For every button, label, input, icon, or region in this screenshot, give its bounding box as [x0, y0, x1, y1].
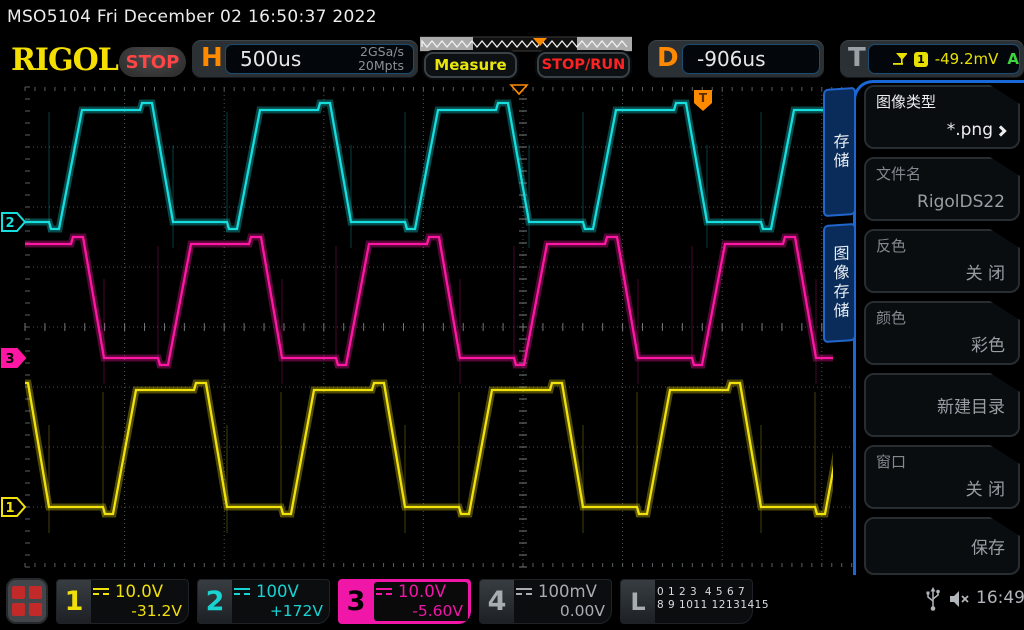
timebase-value[interactable]: 500us [226, 47, 358, 71]
titlebar: MSO5104 Fri December 02 16:50:37 2022 [0, 0, 1024, 34]
header-bar: RIGOL STOP H 500us 2GSa/s 20Mpts Measure… [0, 34, 1024, 80]
svg-text:2: 2 [5, 216, 14, 231]
menu-item-window[interactable]: 窗口 关 闭 [864, 445, 1020, 509]
main-menu-icon[interactable] [6, 578, 48, 624]
measure-button[interactable]: Measure [424, 52, 517, 78]
channel-3-scale: 10.0V [398, 582, 446, 601]
delay-block[interactable]: D -906us [648, 40, 824, 78]
menu-item-save[interactable]: 保存 [864, 517, 1020, 575]
usb-icon [925, 587, 941, 613]
memory-depth: 20Mpts [358, 59, 404, 73]
menu-item-color[interactable]: 颜色 彩色 [864, 301, 1020, 365]
channel-2-offset: +172V [234, 602, 323, 620]
stop-run-button[interactable]: STOP/RUN [537, 52, 630, 78]
channel-1-number: 1 [57, 580, 91, 623]
channel-2-box[interactable]: 2 100V +172V [197, 579, 330, 624]
channel-2-number: 2 [198, 580, 232, 623]
tab-image-storage[interactable]: 图像存储 [823, 223, 856, 343]
channel-4-number: 4 [480, 580, 514, 623]
logic-channels-row1: 0 1 2 3 4 5 6 7 [657, 586, 746, 598]
clock: 16:49 [976, 588, 1024, 608]
dc-coupling-icon [376, 588, 392, 595]
channel-4-box[interactable]: 4 100mV 0.00V [479, 579, 612, 624]
speaker-muted-icon [948, 589, 972, 609]
dc-coupling-icon [93, 588, 109, 595]
channel-1-scale: 10.0V [115, 582, 163, 601]
chevron-right-icon [995, 125, 1006, 136]
channel-2-scale: 100V [256, 582, 299, 601]
trigger-block[interactable]: T 1 -49.2mV A [840, 40, 1024, 78]
svg-text:3: 3 [5, 352, 14, 367]
trigger-mode: A [1007, 50, 1019, 68]
dc-coupling-icon [234, 588, 250, 595]
sample-rate: 2GSa/s [358, 45, 404, 59]
d-label: D [657, 43, 679, 73]
menu-item-new-folder[interactable]: 新建目录 [864, 373, 1020, 437]
menu-item-image-type[interactable]: 图像类型 *.png [864, 85, 1020, 149]
trigger-position-flag[interactable]: T [694, 90, 712, 111]
svg-text:T: T [699, 91, 708, 105]
menu-item-invert[interactable]: 反色 关 闭 [864, 229, 1020, 293]
channel-1-offset: -31.2V [93, 602, 182, 620]
tab-storage[interactable]: 存储 [823, 87, 856, 217]
logic-channels-row2: 8 9 1011 12131415 [657, 599, 746, 611]
channel-1-position-marker[interactable]: 1 [2, 498, 25, 516]
rigol-logo: RIGOL [11, 43, 118, 79]
logic-label: L [621, 580, 655, 623]
oscilloscope-screen: 2 3 1 T MSO5104 Fri December 02 16:50:37 20… [0, 0, 1024, 630]
channel-4-offset: 0.00V [516, 602, 605, 620]
svg-text:1: 1 [5, 501, 14, 516]
h-label: H [201, 43, 223, 73]
channel-1-box[interactable]: 1 10.0V -31.2V [56, 579, 189, 624]
menu-item-file-name[interactable]: 文件名 RigolDS22 [864, 157, 1020, 221]
delay-value[interactable]: -906us [683, 47, 819, 71]
trigger-edge-icon [891, 51, 907, 67]
trigger-source-badge: 1 [914, 52, 928, 67]
channel-3-number: 3 [339, 580, 373, 623]
channel-4-scale: 100mV [538, 582, 597, 601]
bottom-bar: 1 10.0V -31.2V 2 100V +172V 3 10.0V -5.6… [0, 575, 1024, 630]
trigger-level[interactable]: -49.2mV [935, 50, 999, 68]
dc-coupling-icon [516, 588, 532, 595]
memory-position-bar[interactable] [420, 36, 632, 52]
channel-3-box[interactable]: 3 10.0V -5.60V [338, 579, 471, 624]
channel-3-position-marker[interactable]: 3 [2, 349, 25, 367]
channel-2-position-marker[interactable]: 2 [2, 213, 25, 231]
logic-analyzer-box[interactable]: L 0 1 2 3 4 5 6 7 8 9 1011 12131415 [620, 579, 753, 624]
channel-3-offset: -5.60V [376, 602, 463, 620]
t-label: T [848, 43, 866, 73]
model-and-datetime: MSO5104 Fri December 02 16:50:37 2022 [7, 7, 377, 27]
horizontal-block[interactable]: H 500us 2GSa/s 20Mpts [192, 40, 418, 78]
acquisition-status-badge: STOP [119, 47, 186, 77]
